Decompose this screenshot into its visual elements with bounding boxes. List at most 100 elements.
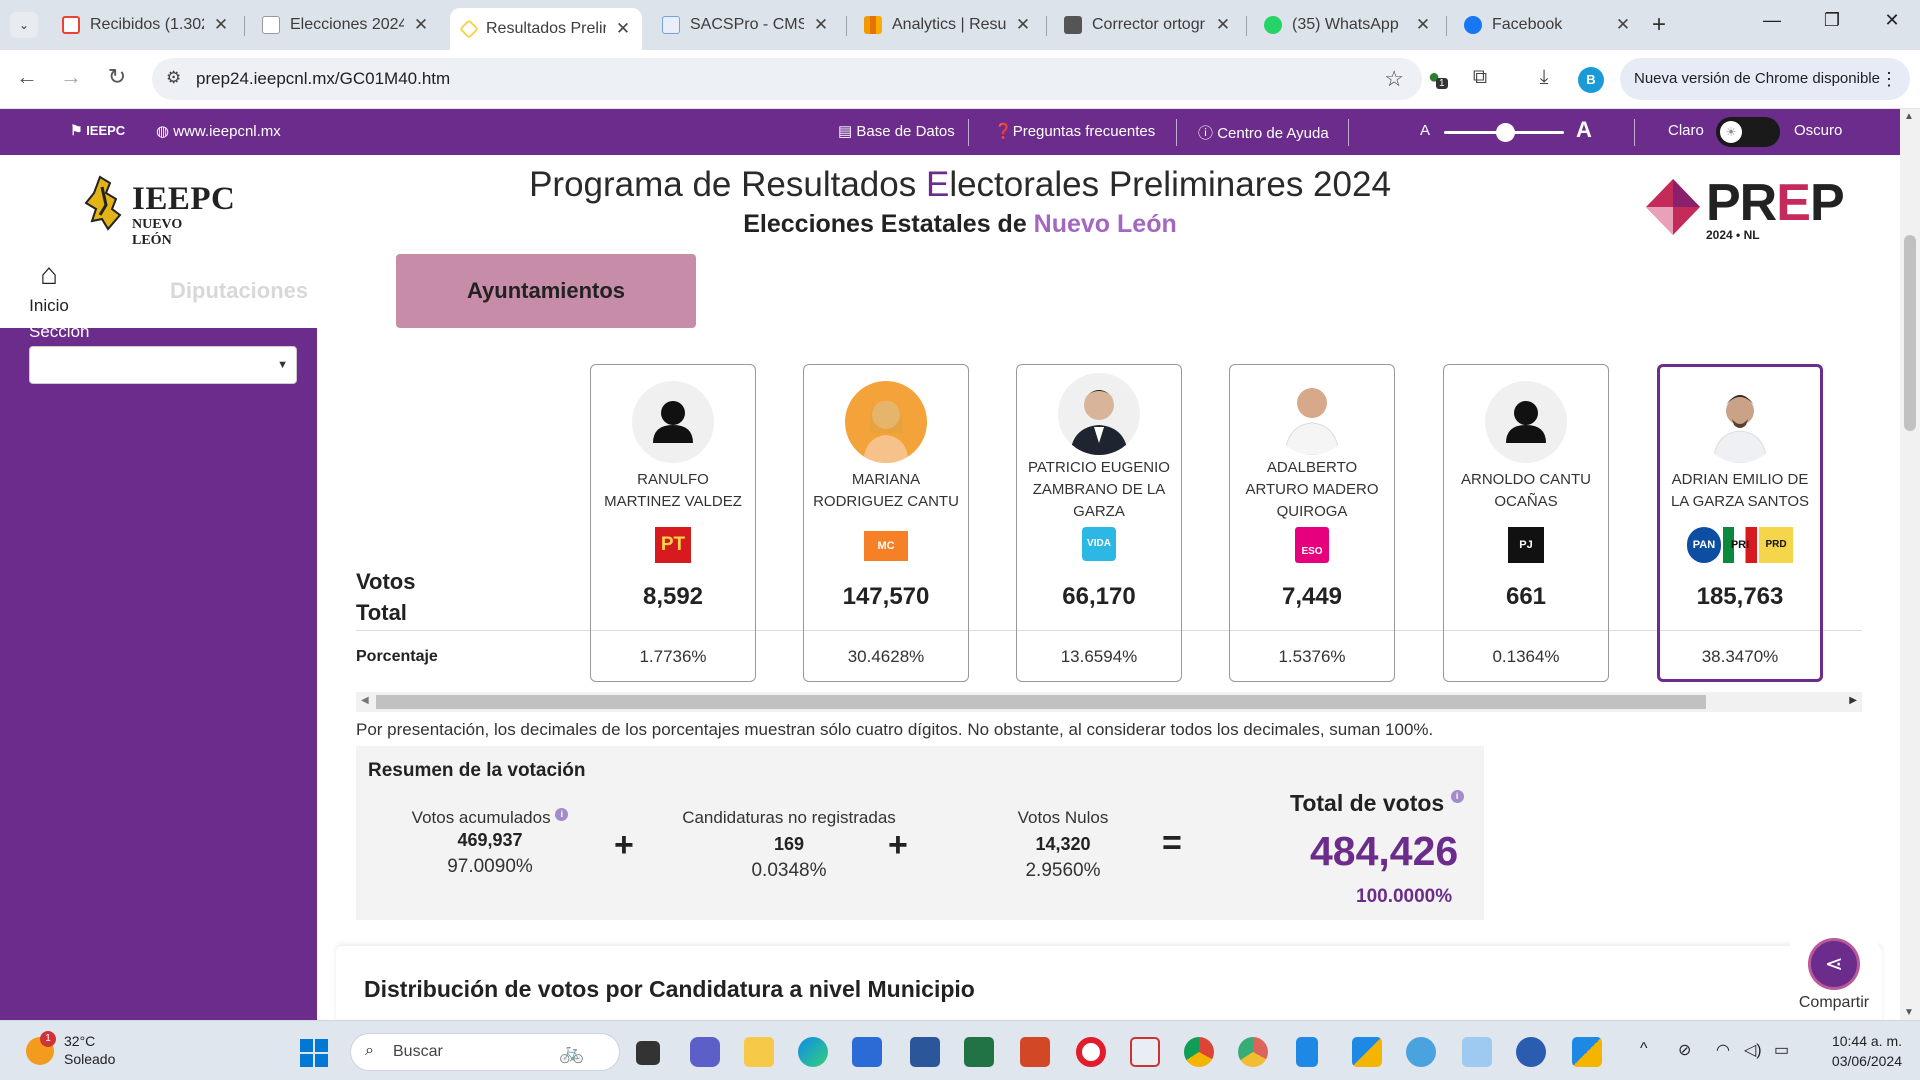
acumulados-percentage: 97.0090% [447,856,533,877]
candidate-card-leading[interactable]: ADRIAN EMILIO DE LA GARZA SANTOS PAN PRI… [1657,364,1823,682]
preguntas-link[interactable]: ❓Preguntas frecuentes [994,122,1155,140]
candidate-card[interactable]: ADALBERTO ARTURO MADERO QUIROGA ESO 7,44… [1229,364,1395,682]
nulos-number: 14,320 [1035,834,1091,854]
info-icon[interactable]: i [1450,790,1464,803]
share-button[interactable]: ⋖ Compartir [1790,938,1878,1020]
url-text[interactable]: prep24.ieepcnl.mx/GC01M40.htm [196,69,450,89]
word-icon[interactable] [910,1037,940,1067]
chrome-profile-icon[interactable] [1238,1037,1268,1067]
tab-gmail[interactable]: Recibidos (1.302 ✕ [50,8,240,42]
candidate-card[interactable]: RANULFO MARTINEZ VALDEZ PT 8,592 1.7736% [590,364,756,682]
edge-icon[interactable] [798,1037,828,1067]
battery-icon[interactable]: ▭ [1774,1040,1789,1060]
extension-icon[interactable]: ● 1 [1420,66,1448,89]
teams-icon[interactable] [690,1037,720,1067]
tab-elecciones[interactable]: Elecciones 2024: ✕ [250,8,440,42]
horizontal-scroll-thumb[interactable] [376,695,1706,709]
app-icon[interactable] [1516,1037,1546,1067]
scroll-right-icon[interactable]: ▶ [1849,695,1857,706]
ayuda-link[interactable]: ⓘ Centro de Ayuda [1198,122,1329,143]
chevron-up-icon[interactable]: ^ [1640,1040,1648,1058]
info-icon[interactable]: i [555,808,569,821]
tab-title: (35) WhatsApp [1292,16,1399,33]
security-icon[interactable] [1352,1037,1382,1067]
reload-icon[interactable]: ↻ [102,64,132,90]
opera-icon[interactable] [1076,1037,1106,1067]
close-tab-icon[interactable]: ✕ [1614,15,1632,35]
vertical-scrollbar[interactable]: ▲ ▼ [1900,109,1920,1020]
tab-ayuntamientos[interactable]: Ayuntamientos [396,254,696,328]
task-view-icon[interactable] [636,1041,660,1065]
excel-icon[interactable] [964,1037,994,1067]
ieepc-logo[interactable]: IEEPC NUEVO LEÓN [82,175,235,248]
tab-search-button[interactable]: ⌄ [10,12,38,38]
tab-facebook[interactable]: Facebook ✕ [1452,8,1642,42]
close-tab-icon[interactable]: ✕ [1414,15,1432,35]
candidate-card[interactable]: PATRICIO EUGENIO ZAMBRANO DE LA GARZA VI… [1016,364,1182,682]
share-icon: ⋖ [1808,938,1860,990]
horizontal-scrollbar[interactable]: ◀ ▶ [356,692,1862,712]
candidate-card[interactable]: ARNOLDO CANTU OCAÑAS PJ 661 0.1364% [1443,364,1609,682]
close-tab-icon[interactable]: ✕ [614,19,632,39]
address-bar[interactable]: ⚙ prep24.ieepcnl.mx/GC01M40.htm ☆ [152,58,1422,100]
back-icon[interactable]: ← [12,64,42,90]
scroll-up-icon[interactable]: ▲ [1904,111,1914,122]
site-link[interactable]: ◍ www.ieepcnl.mx [156,122,281,140]
question-icon: ❓ [994,123,1013,140]
close-tab-icon[interactable]: ✕ [1014,15,1032,35]
prep-diamond-icon [459,19,479,39]
tab-sacspro[interactable]: SACSPro - CMS ✕ [650,8,840,42]
snipping-icon[interactable] [1130,1037,1160,1067]
nav-home[interactable]: ⌂ Inicio [24,258,74,316]
preguntas-text: Preguntas frecuentes [1012,123,1156,140]
download-icon[interactable]: ⤓ [1530,66,1558,89]
profile-avatar[interactable]: B [1578,67,1604,93]
forward-icon[interactable]: → [56,64,86,90]
whatsapp-icon [1264,16,1282,34]
seccion-select[interactable]: ▼ [29,346,297,384]
close-tab-icon[interactable]: ✕ [412,15,430,35]
font-size-slider-thumb[interactable] [1496,123,1515,142]
scroll-left-icon[interactable]: ◀ [361,695,369,706]
site-settings-icon[interactable]: ⚙ [166,68,181,88]
close-tab-icon[interactable]: ✕ [212,15,230,35]
store-icon[interactable] [852,1037,882,1067]
votos-total-label: Votos Total [356,566,415,628]
tool-icon[interactable] [1462,1037,1492,1067]
close-tab-icon[interactable]: ✕ [1214,15,1232,35]
file-explorer-icon[interactable] [744,1037,774,1067]
chrome-update-button[interactable]: Nueva versión de Chrome disponible ⋮ [1620,58,1910,100]
chrome-icon[interactable] [1184,1037,1214,1067]
tab-corrector[interactable]: Corrector ortogr ✕ [1052,8,1242,42]
tab-resultados-active[interactable]: Resultados Prelir ✕ [450,8,642,50]
candidate-card[interactable]: MARIANA RODRIGUEZ CANTU MC 147,570 30.46… [803,364,969,682]
close-window-icon[interactable]: ✕ [1872,10,1912,31]
minimize-icon[interactable]: — [1752,10,1792,31]
tab-whatsapp[interactable]: (35) WhatsApp ✕ [1252,8,1442,42]
tab-analytics[interactable]: Analytics | Resun ✕ [852,8,1042,42]
taskbar-search[interactable]: ⌕ Buscar 🚲 [350,1033,620,1071]
windows-start-icon[interactable] [300,1039,328,1067]
volume-icon[interactable]: ◁) [1744,1040,1762,1060]
scroll-down-icon[interactable]: ▼ [1904,1007,1914,1018]
kebab-menu-icon[interactable]: ⋮ [1880,58,1898,100]
wifi-icon[interactable]: ◠ [1716,1040,1730,1060]
bookmark-star-icon[interactable]: ☆ [1384,66,1404,92]
tab-diputaciones[interactable]: Diputaciones [170,278,308,304]
percentage-note: Por presentación, los decimales de los p… [356,720,1434,739]
base-datos-link[interactable]: ▤ Base de Datos [838,122,955,140]
shield-icon[interactable] [1572,1037,1602,1067]
network-off-icon[interactable]: ⊘ [1678,1040,1691,1060]
new-tab-button[interactable]: + [1652,13,1666,37]
vertical-scroll-thumb[interactable] [1904,235,1916,431]
prep-logo[interactable]: PREP 2024 • NL [1644,173,1845,243]
notepad-icon[interactable] [1296,1037,1318,1067]
restore-icon[interactable]: ❐ [1812,10,1852,31]
extensions-puzzle-icon[interactable]: ⧉ [1466,66,1494,89]
theme-toggle[interactable]: ☀ [1716,117,1780,147]
network-globe-icon[interactable] [1406,1037,1436,1067]
system-clock[interactable]: 10:44 a. m. 03/06/2024 [1812,1031,1902,1071]
close-tab-icon[interactable]: ✕ [812,15,830,35]
powerpoint-icon[interactable] [1020,1037,1050,1067]
ieepc-small-logo[interactable]: ⚑ IEEPC [70,122,125,139]
